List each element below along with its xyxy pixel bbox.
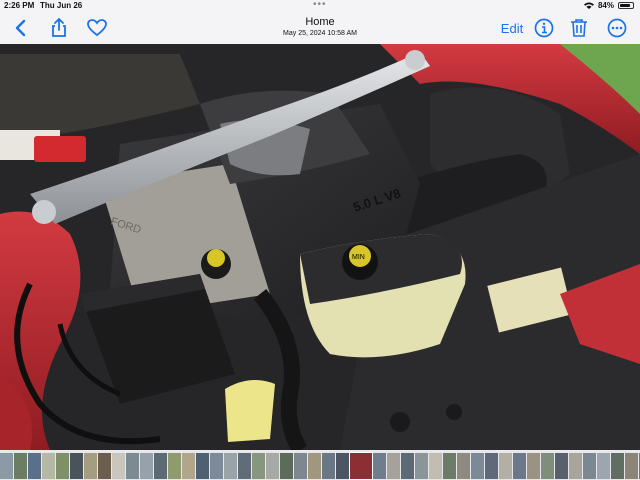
filmstrip-thumb[interactable] — [238, 453, 251, 479]
filmstrip-thumb[interactable] — [14, 453, 27, 479]
back-button[interactable] — [8, 16, 32, 40]
share-button[interactable] — [46, 16, 72, 40]
trash-icon — [571, 19, 587, 37]
filmstrip-thumb[interactable] — [499, 453, 512, 479]
filmstrip-thumb[interactable] — [471, 453, 484, 479]
filmstrip-thumb[interactable] — [485, 453, 498, 479]
more-button[interactable] — [604, 16, 630, 40]
filmstrip-thumb[interactable] — [541, 453, 554, 479]
photo-viewer[interactable]: 5.0 L V8 FORD MIN — [0, 44, 640, 450]
filmstrip-thumb[interactable] — [84, 453, 97, 479]
filmstrip-thumb[interactable] — [42, 453, 55, 479]
filmstrip-thumb[interactable] — [28, 453, 41, 479]
filmstrip-thumb[interactable] — [266, 453, 279, 479]
photo-date: May 25, 2024 10:58 AM — [283, 30, 357, 37]
filmstrip-thumb[interactable] — [625, 453, 638, 479]
filmstrip-thumb[interactable] — [98, 453, 111, 479]
edit-button[interactable]: Edit — [496, 16, 528, 40]
more-icon — [607, 18, 627, 38]
filmstrip-thumb[interactable] — [294, 453, 307, 479]
filmstrip-thumb[interactable] — [210, 453, 223, 479]
filmstrip-thumb[interactable] — [154, 453, 167, 479]
photo-title-block: Home May 25, 2024 10:58 AM — [220, 16, 420, 39]
wifi-icon — [583, 2, 594, 9]
filmstrip-thumb[interactable] — [513, 453, 526, 479]
filmstrip-thumbnails — [0, 452, 640, 480]
cap-text: MIN — [352, 254, 365, 261]
info-icon — [534, 18, 554, 38]
filmstrip-thumb[interactable] — [252, 453, 265, 479]
filmstrip-thumb[interactable] — [336, 453, 349, 479]
battery-fill — [620, 4, 631, 7]
filmstrip-thumb[interactable] — [349, 452, 373, 480]
favorite-button[interactable] — [84, 16, 110, 40]
filmstrip-thumb[interactable] — [373, 453, 386, 479]
filmstrip-thumb[interactable] — [555, 453, 568, 479]
info-button[interactable] — [531, 16, 557, 40]
photo-nav-bar: Home May 25, 2024 10:58 AM Edit — [0, 12, 640, 44]
battery-text: 84% — [597, 1, 614, 10]
filmstrip-thumb[interactable] — [387, 453, 400, 479]
filmstrip-thumb[interactable] — [112, 453, 125, 479]
delete-button[interactable] — [566, 16, 592, 40]
multitask-dots-icon[interactable]: ••• — [313, 0, 327, 10]
filmstrip-thumb[interactable] — [126, 453, 139, 479]
filmstrip-thumb[interactable] — [196, 453, 209, 479]
filmstrip-thumb[interactable] — [611, 453, 624, 479]
filmstrip-thumb[interactable] — [224, 453, 237, 479]
filmstrip-thumb[interactable] — [583, 453, 596, 479]
filmstrip-thumb[interactable] — [527, 453, 540, 479]
filmstrip-thumb[interactable] — [0, 453, 13, 479]
filmstrip-thumb[interactable] — [429, 453, 442, 479]
filmstrip-thumb[interactable] — [415, 453, 428, 479]
filmstrip-thumb[interactable] — [308, 453, 321, 479]
chevron-left-icon — [15, 19, 26, 37]
filmstrip-thumb[interactable] — [569, 453, 582, 479]
filmstrip-thumb[interactable] — [597, 453, 610, 479]
share-icon — [52, 18, 66, 37]
filmstrip-thumb[interactable] — [140, 453, 153, 479]
page-title: Home — [305, 16, 335, 28]
status-date: Thu Jun 26 — [40, 1, 83, 10]
filmstrip-thumb[interactable] — [280, 453, 293, 479]
filmstrip-thumb[interactable] — [168, 453, 181, 479]
battery-icon — [618, 2, 634, 9]
status-time: 2:26 PM — [4, 1, 35, 10]
status-bar: 2:26 PM Thu Jun 26 ••• 84% — [0, 0, 640, 12]
filmstrip-thumb[interactable] — [443, 453, 456, 479]
heart-icon — [87, 19, 107, 37]
filmstrip-thumb[interactable] — [457, 453, 470, 479]
filmstrip-thumb[interactable] — [70, 453, 83, 479]
status-right: 84% — [583, 1, 634, 10]
filmstrip-thumb[interactable] — [401, 453, 414, 479]
filmstrip-thumb[interactable] — [322, 453, 335, 479]
filmstrip[interactable] — [0, 452, 640, 480]
filmstrip-thumb[interactable] — [56, 453, 69, 479]
engine-bay-photo: 5.0 L V8 FORD MIN — [0, 44, 640, 450]
filmstrip-thumb[interactable] — [182, 453, 195, 479]
